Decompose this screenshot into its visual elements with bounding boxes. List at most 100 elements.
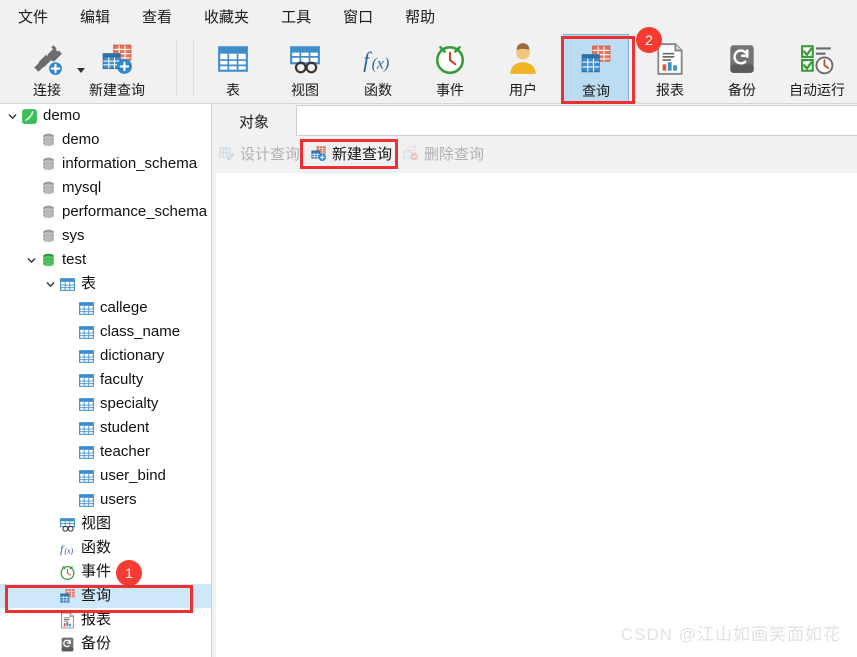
- watermark-text: CSDN @江山如画笑面如花: [620, 625, 841, 644]
- table-icon: [77, 443, 95, 461]
- action-button-label: 新建查询: [332, 145, 393, 163]
- toolbar-button-label: 事件: [436, 82, 464, 98]
- tree-item-table-student[interactable]: student: [0, 416, 211, 440]
- table-icon: [77, 467, 95, 485]
- tree-item-db-test[interactable]: test: [0, 248, 211, 272]
- tree-twisty-placeholder: [23, 224, 39, 248]
- menu-tools[interactable]: 工具: [281, 6, 311, 27]
- toolbar-button-查询[interactable]: 查询: [563, 34, 629, 104]
- tree-item-events[interactable]: 事件: [0, 560, 211, 584]
- toolbar-button-用户[interactable]: 用户: [490, 34, 556, 104]
- toolbar-button-表[interactable]: 表: [200, 34, 266, 104]
- tree-item-label: 函数: [81, 539, 112, 556]
- database-icon-gray: [39, 155, 57, 173]
- toolbar-button-自动运行[interactable]: 自动运行: [778, 34, 856, 104]
- chevron-down-icon[interactable]: [23, 248, 39, 272]
- tree-item-label: faculty: [100, 371, 144, 388]
- toolbar-button-label: 表: [226, 82, 240, 98]
- toolbar-button-函数[interactable]: f (x) 函数: [345, 34, 411, 104]
- tree-item-table-dictionary[interactable]: dictionary: [0, 344, 211, 368]
- tree-item-label: class_name: [100, 323, 181, 340]
- tab-objects[interactable]: 对象: [213, 106, 295, 136]
- tree-item-backups[interactable]: 备份: [0, 632, 211, 656]
- table-icon: [77, 299, 95, 317]
- chevron-down-icon[interactable]: [42, 272, 58, 296]
- svg-text:(x): (x): [64, 546, 73, 555]
- toolbar-button-label: 视图: [291, 82, 319, 98]
- object-list-area[interactable]: [216, 173, 857, 657]
- tree-item-table-specialty[interactable]: specialty: [0, 392, 211, 416]
- tree-item-table-class-name[interactable]: class_name: [0, 320, 211, 344]
- tree-item-label: test: [62, 251, 87, 268]
- function-fx-icon: f (x): [58, 539, 76, 557]
- tree-twisty-placeholder: [61, 392, 77, 416]
- tree-item-label: dictionary: [100, 347, 165, 364]
- user-icon: [506, 42, 540, 76]
- toolbar-button-label: 新建查询: [89, 82, 145, 98]
- function-fx-icon: f (x): [361, 42, 395, 76]
- tree-twisty-placeholder: [42, 608, 58, 632]
- menu-help[interactable]: 帮助: [405, 6, 435, 27]
- delete-query-button: 删除查询: [396, 139, 488, 167]
- table-icon: [77, 371, 95, 389]
- menu-file[interactable]: 文件: [18, 6, 48, 27]
- tree-item-table-users[interactable]: users: [0, 488, 211, 512]
- right-panel: 对象 设计查询 新建查询 删除查询: [212, 104, 857, 657]
- tree-item-reports[interactable]: 报表: [0, 608, 211, 632]
- tree-item-label: users: [100, 491, 137, 508]
- tree-twisty-placeholder: [61, 440, 77, 464]
- tree-item-tables[interactable]: 表: [0, 272, 211, 296]
- tree-item-db-demo[interactable]: demo: [0, 128, 211, 152]
- tree-item-label: information_schema: [62, 155, 198, 172]
- tree-item-table-teacher[interactable]: teacher: [0, 440, 211, 464]
- tree-item-db-information-schema[interactable]: information_schema: [0, 152, 211, 176]
- tree-twisty-placeholder: [42, 632, 58, 656]
- tree-item-label: student: [100, 419, 150, 436]
- menu-view[interactable]: 查看: [142, 6, 172, 27]
- connect-plug-icon: [30, 42, 64, 76]
- tree-item-label: 备份: [81, 635, 112, 652]
- tree-item-db-mysql[interactable]: mysql: [0, 176, 211, 200]
- tree-item-db-sys[interactable]: sys: [0, 224, 211, 248]
- tree-item-db-performance-schema[interactable]: performance_schema: [0, 200, 211, 224]
- database-icon-gray: [39, 227, 57, 245]
- toolbar-separator-1: [176, 40, 177, 96]
- table-icon: [77, 323, 95, 341]
- object-tree-sidebar[interactable]: demo demo information_schema mysql perfo…: [0, 104, 212, 657]
- tree-item-views[interactable]: 视图: [0, 512, 211, 536]
- tree-item-table-user-bind[interactable]: user_bind: [0, 464, 211, 488]
- tree-item-table-callege[interactable]: callege: [0, 296, 211, 320]
- toolbar-button-新建查询[interactable]: 新建查询: [84, 34, 150, 104]
- tree-item-functions[interactable]: f (x) 函数: [0, 536, 211, 560]
- chevron-down-icon[interactable]: [4, 104, 20, 128]
- annotation-badge-1: 1: [116, 560, 142, 586]
- toolbar-button-label: 连接: [33, 82, 61, 98]
- menu-edit[interactable]: 编辑: [80, 6, 110, 27]
- table-icon: [58, 275, 76, 293]
- new-query-icon: [308, 144, 328, 162]
- action-button-label: 删除查询: [424, 145, 485, 163]
- new-query-button[interactable]: 新建查询: [304, 139, 396, 167]
- toolbar-button-事件[interactable]: 事件: [417, 34, 483, 104]
- new-query-icon: [100, 42, 134, 76]
- tree-item-table-faculty[interactable]: faculty: [0, 368, 211, 392]
- toolbar-button-备份[interactable]: 备份: [709, 34, 775, 104]
- toolbar-separator-2: [193, 40, 194, 96]
- menu-window[interactable]: 窗口: [343, 6, 373, 27]
- tree-item-label: 表: [81, 275, 97, 292]
- connection-icon: [20, 107, 38, 125]
- action-button-label: 设计查询: [240, 145, 301, 163]
- table-icon: [77, 347, 95, 365]
- menu-favorites[interactable]: 收藏夹: [204, 6, 249, 27]
- tree-twisty-placeholder: [61, 344, 77, 368]
- tree-item-label: sys: [62, 227, 85, 244]
- svg-text:(x): (x): [372, 56, 390, 73]
- toolbar-button-连接[interactable]: 连接: [14, 34, 80, 104]
- tree-item-connection-demo[interactable]: demo: [0, 104, 211, 128]
- main-toolbar: 连接 新建查询 表 视图 f (x) 函数 事件 用户 查询 报表 备份 自动运…: [0, 32, 857, 104]
- tree-item-label: 事件: [81, 563, 112, 580]
- table-icon: [77, 395, 95, 413]
- toolbar-button-视图[interactable]: 视图: [272, 34, 338, 104]
- tree-item-queries[interactable]: 查询: [0, 584, 211, 608]
- database-icon-green: [39, 251, 57, 269]
